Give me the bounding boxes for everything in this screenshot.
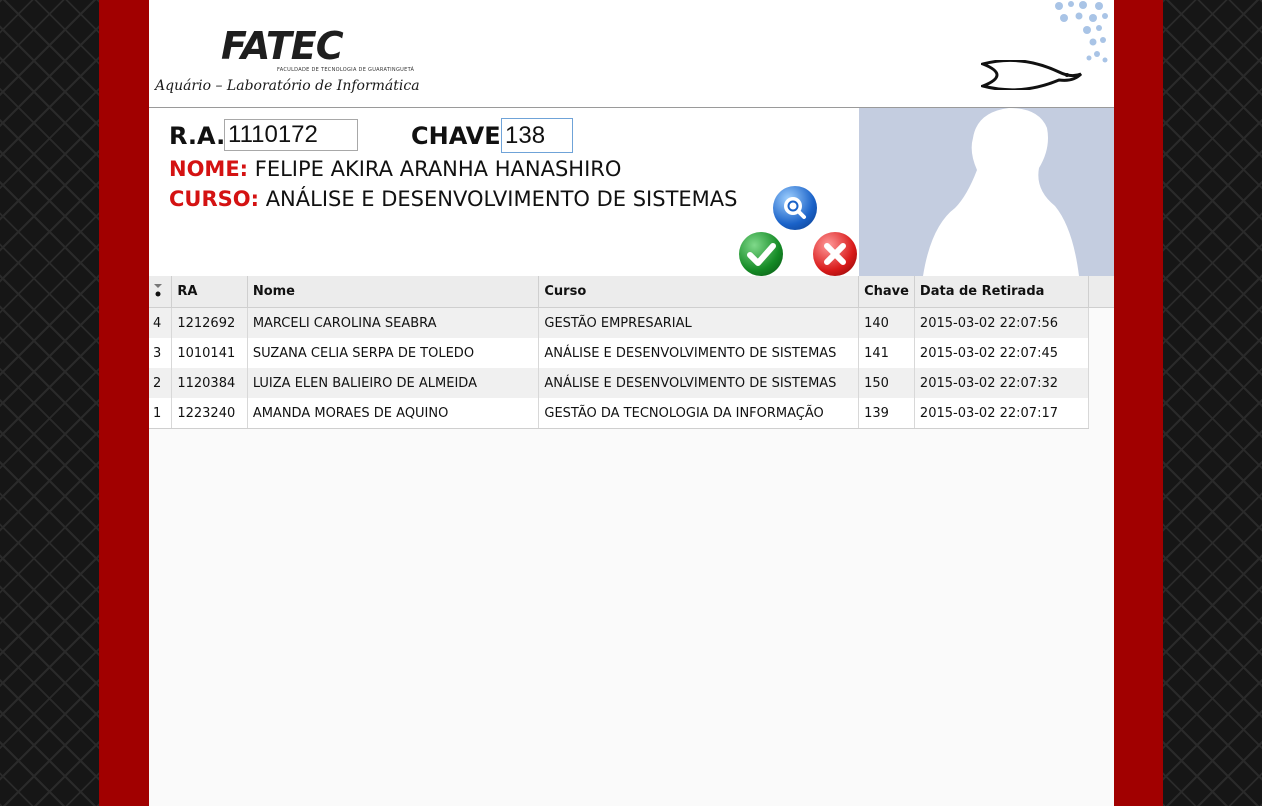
sort-indicator-icon xyxy=(154,283,162,296)
cell-chave: 140 xyxy=(858,307,915,338)
cell-curso: ANÁLISE E DESENVOLVIMENTO DE SISTEMAS xyxy=(538,368,860,398)
row-index: 2 xyxy=(149,368,173,398)
cell-chave: 150 xyxy=(858,368,915,398)
red-border-right xyxy=(1113,0,1163,806)
nome-value: FELIPE AKIRA ARANHA HANASHIRO xyxy=(248,157,622,181)
cell-data: 2015-03-02 22:07:45 xyxy=(914,338,1090,368)
checkmark-icon xyxy=(747,243,776,266)
row-selector-header[interactable] xyxy=(149,276,173,308)
cell-curso: GESTÃO EMPRESARIAL xyxy=(538,307,860,338)
logo-subtitle: FACULDADE DE TECNOLOGIA DE GUARATINGUETÁ xyxy=(277,67,415,73)
chave-input[interactable] xyxy=(501,118,573,153)
table-header-row: RA Nome Curso Chave Data de Retirada xyxy=(149,276,1090,308)
chave-label: CHAVE: xyxy=(411,122,511,150)
row-index: 4 xyxy=(149,307,173,338)
table-row[interactable]: 2 1120384 LUIZA ELEN BALIEIRO DE ALMEIDA… xyxy=(149,368,1090,398)
table-row[interactable]: 3 1010141 SUZANA CELIA SERPA DE TOLEDO A… xyxy=(149,338,1090,368)
column-header-chave[interactable]: Chave xyxy=(858,276,915,308)
person-silhouette-icon xyxy=(923,108,1079,276)
cell-chave: 139 xyxy=(858,398,915,429)
column-header-data[interactable]: Data de Retirada xyxy=(914,276,1090,308)
cell-chave: 141 xyxy=(858,338,915,368)
fatec-logo: FATEC xyxy=(221,24,344,68)
background-pattern-right xyxy=(1163,0,1262,806)
search-button[interactable] xyxy=(773,186,817,230)
logo-tagline: Aquário – Laboratório de Informática xyxy=(155,78,420,94)
table-row[interactable]: 1 1223240 AMANDA MORAES DE AQUINO GESTÃO… xyxy=(149,398,1090,429)
ra-input[interactable] xyxy=(224,119,358,151)
cell-data: 2015-03-02 22:07:17 xyxy=(914,398,1090,429)
table-header-filler xyxy=(1089,276,1114,308)
cell-curso: ANÁLISE E DESENVOLVIMENTO DE SISTEMAS xyxy=(538,338,860,368)
cell-ra: 1120384 xyxy=(171,368,248,398)
cell-ra: 1223240 xyxy=(171,398,248,429)
cell-ra: 1212692 xyxy=(171,307,248,338)
background-pattern-left xyxy=(0,0,99,806)
nome-label: NOME: xyxy=(169,157,249,181)
cell-ra: 1010141 xyxy=(171,338,248,368)
column-header-ra[interactable]: RA xyxy=(171,276,248,308)
nome-row: NOME: FELIPE AKIRA ARANHA HANASHIRO xyxy=(169,157,621,181)
curso-row: CURSO: ANÁLISE E DESENVOLVIMENTO DE SIST… xyxy=(169,187,737,211)
app-window: FATEC FACULDADE DE TECNOLOGIA DE GUARATI… xyxy=(149,0,1114,806)
curso-value: ANÁLISE E DESENVOLVIMENTO DE SISTEMAS xyxy=(259,187,738,211)
cell-nome: LUIZA ELEN BALIEIRO DE ALMEIDA xyxy=(247,368,540,398)
confirm-button[interactable] xyxy=(739,232,783,276)
cell-data: 2015-03-02 22:07:32 xyxy=(914,368,1090,398)
row-index: 1 xyxy=(149,398,173,429)
header-banner: FATEC FACULDADE DE TECNOLOGIA DE GUARATI… xyxy=(149,0,1114,108)
cell-nome: MARCELI CAROLINA SEABRA xyxy=(247,307,540,338)
cell-curso: GESTÃO DA TECNOLOGIA DA INFORMAÇÃO xyxy=(538,398,860,429)
cancel-button[interactable] xyxy=(813,232,857,276)
row-index: 3 xyxy=(149,338,173,368)
column-header-nome[interactable]: Nome xyxy=(247,276,540,308)
cell-data: 2015-03-02 22:07:56 xyxy=(914,307,1090,338)
column-header-curso[interactable]: Curso xyxy=(538,276,860,308)
cell-nome: SUZANA CELIA SERPA DE TOLEDO xyxy=(247,338,540,368)
table-row[interactable]: 4 1212692 MARCELI CAROLINA SEABRA GESTÃO… xyxy=(149,307,1090,338)
cell-nome: AMANDA MORAES DE AQUINO xyxy=(247,398,540,429)
red-border-left xyxy=(99,0,149,806)
student-info-panel: R.A.: CHAVE: NOME: FELIPE AKIRA ARANHA H… xyxy=(149,108,859,276)
x-icon xyxy=(824,243,846,265)
student-photo-placeholder xyxy=(859,108,1114,276)
withdrawals-table: RA Nome Curso Chave Data de Retirada 4 1… xyxy=(149,276,1090,429)
curso-label: CURSO: xyxy=(169,187,260,211)
fish-icon xyxy=(981,60,1083,90)
magnifier-icon xyxy=(784,197,806,219)
